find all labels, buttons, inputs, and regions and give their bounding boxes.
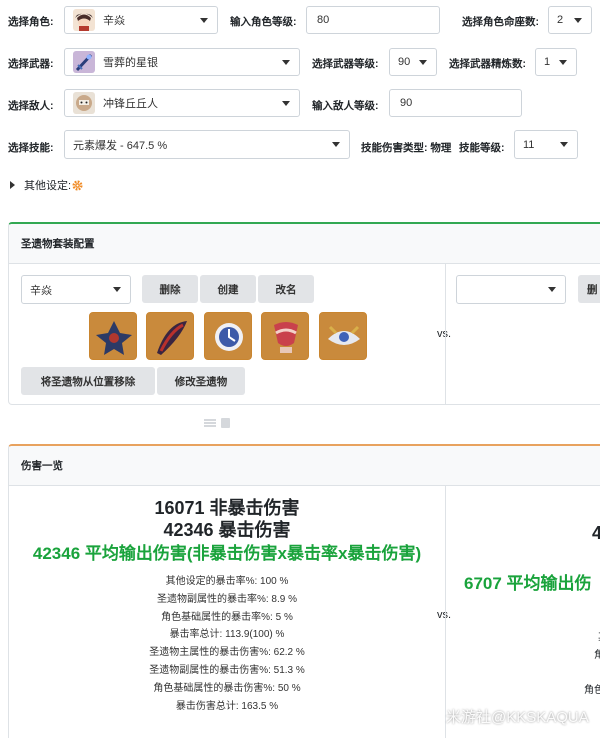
enemy-value: 冲锋丘丘人 <box>103 98 158 110</box>
weapon-level-select[interactable]: 90 <box>389 48 437 76</box>
damage-type-value: 物理 <box>430 142 452 154</box>
save-icon <box>221 418 230 428</box>
damage-right-column: 4 6707 平均输出伤 其 角 角色 <box>445 486 600 738</box>
refinement-value: 1 <box>544 56 551 68</box>
weapon-value: 雪葬的星银 <box>103 57 158 69</box>
constellation-select[interactable]: 2 <box>548 6 592 34</box>
artifact-right-column: 删 <box>445 264 600 404</box>
damage-panel-header: 伤害一览 <box>9 446 600 486</box>
chevron-down-icon <box>419 60 427 65</box>
chevron-down-icon <box>282 60 290 65</box>
flower-artifact-icon[interactable] <box>89 312 137 360</box>
skill-select[interactable]: 元素爆发 - 647.5 % <box>64 130 350 159</box>
stat-line: 圣遗物副属性的暴击率%: 8.9 % <box>156 593 298 605</box>
plume-artifact-icon[interactable] <box>146 312 194 360</box>
delete-button-right[interactable]: 删 <box>578 275 600 303</box>
artifact-panel-title: 圣遗物套装配置 <box>21 238 95 250</box>
enemy-level-input[interactable]: 90 <box>389 89 522 117</box>
enemy-select[interactable]: 冲锋丘丘人 <box>64 89 300 117</box>
damage-panel-title: 伤害一览 <box>21 460 63 472</box>
character-avatar-icon <box>73 9 95 31</box>
stat-line: 角色基础属性的暴击伤害%: 50 % <box>153 682 301 694</box>
damage-type-label: 技能伤害类型: 物理 <box>361 140 451 155</box>
rename-button[interactable]: 改名 <box>258 275 314 303</box>
delete-button-right-label: 删 <box>587 283 598 296</box>
stat-line: 暴击率总计: 113.9(100) % <box>169 629 285 641</box>
chevron-down-icon <box>560 142 568 147</box>
stat-line-right-partial: 角 <box>594 646 600 661</box>
char-level-value: 80 <box>317 14 330 26</box>
character-value: 辛焱 <box>103 15 125 27</box>
stat-line: 角色基础属性的暴击率%: 5 % <box>161 611 293 623</box>
enemy-avatar-icon <box>73 92 95 114</box>
stat-line-right-partial: 角色 <box>584 685 600 696</box>
skill-level-value: 11 <box>523 138 535 151</box>
damage-overview-panel: 伤害一览 16071 非暴击伤害 42346 暴击伤害 42346 平均输出伤害… <box>8 444 600 738</box>
enemy-label: 选择敌人: <box>8 100 54 112</box>
non-crit-damage: 16071 非暴击伤害 <box>154 498 300 518</box>
create-button[interactable]: 创建 <box>200 275 256 303</box>
crit-damage: 42346 暴击伤害 <box>163 520 291 540</box>
artifact-preset-value: 辛焱 <box>30 284 52 297</box>
crit-stats-list: 其他设定的暴击率%: 100 % 圣遗物副属性的暴击率%: 8.9 % 角色基础… <box>9 573 445 715</box>
artifact-set-panel: 圣遗物套装配置 辛焱 删除 创建 改名 将圣遗物从位置移除 修改圣遗物 vs. … <box>8 222 600 405</box>
stat-line: 圣遗物副属性的暴击伤害%: 51.3 % <box>149 664 305 676</box>
artifact-panel-header: 圣遗物套装配置 <box>9 224 600 264</box>
other-settings-toggle[interactable]: 其他设定: <box>10 177 83 193</box>
drag-handle-icon[interactable] <box>204 418 230 428</box>
enemy-level-label: 输入敌人等级: <box>312 100 379 112</box>
chevron-down-icon <box>574 18 582 23</box>
weapon-level-label: 选择武器等级: <box>312 58 379 70</box>
artifact-left-column: 辛焱 删除 创建 改名 将圣遗物从位置移除 修改圣遗物 <box>9 264 429 404</box>
other-settings-label: 其他设定: <box>24 180 72 192</box>
circlet-artifact-icon[interactable] <box>319 312 367 360</box>
stat-line: 圣遗物主属性的暴击伤害%: 62.2 % <box>149 647 305 659</box>
stat-line: 暴击伤害总计: 163.5 % <box>175 700 279 712</box>
weapon-level-value: 90 <box>398 56 411 68</box>
artifact-icons <box>89 312 369 362</box>
chevron-down-icon <box>548 287 556 292</box>
character-select[interactable]: 辛焱 <box>64 6 218 34</box>
edit-artifact-button[interactable]: 修改圣遗物 <box>157 367 245 395</box>
sands-artifact-icon[interactable] <box>204 312 252 360</box>
crit-damage-right-partial: 4 <box>592 523 600 544</box>
weapon-select[interactable]: 雪葬的星银 <box>64 48 300 76</box>
refinement-label: 选择武器精炼数: <box>449 58 526 70</box>
delete-button[interactable]: 删除 <box>142 275 198 303</box>
enemy-level-value: 90 <box>400 97 413 109</box>
char-level-input[interactable]: 80 <box>306 6 440 34</box>
artifact-preset-select-right[interactable] <box>456 275 566 304</box>
refinement-select[interactable]: 1 <box>535 48 577 76</box>
gear-icon <box>72 179 83 191</box>
chevron-down-icon <box>200 18 208 23</box>
damage-left-column: 16071 非暴击伤害 42346 暴击伤害 42346 平均输出伤害(非暴击伤… <box>9 486 445 738</box>
average-damage: 42346 平均输出伤害(非暴击伤害x暴击率x暴击伤害) <box>32 544 422 563</box>
weapon-icon <box>73 51 95 73</box>
caret-right-icon <box>10 181 15 189</box>
skill-label: 选择技能: <box>8 142 54 154</box>
weapon-label: 选择武器: <box>8 58 54 70</box>
skill-level-label: 技能等级: <box>459 142 505 154</box>
stat-line: 其他设定的暴击率%: 100 % <box>165 576 289 587</box>
chevron-down-icon <box>559 60 567 65</box>
damage-type-label-text: 技能伤害类型: <box>361 142 428 154</box>
constellation-value: 2 <box>557 14 564 26</box>
artifact-preset-select[interactable]: 辛焱 <box>21 275 131 304</box>
watermark: 米游社@KKSKAQUA <box>446 709 589 726</box>
skill-level-select[interactable]: 11 <box>514 130 578 159</box>
chevron-down-icon <box>332 142 340 147</box>
constellation-label: 选择角色命座数: <box>462 16 539 28</box>
char-level-label: 输入角色等级: <box>230 16 297 28</box>
skill-value: 元素爆发 - 647.5 % <box>73 139 168 152</box>
goblet-artifact-icon[interactable] <box>261 312 309 360</box>
average-damage-right-partial: 6707 平均输出伤 <box>464 574 592 593</box>
chevron-down-icon <box>113 287 121 292</box>
chevron-down-icon <box>282 101 290 106</box>
character-label: 选择角色: <box>8 16 54 28</box>
remove-from-slot-button[interactable]: 将圣遗物从位置移除 <box>21 367 155 395</box>
